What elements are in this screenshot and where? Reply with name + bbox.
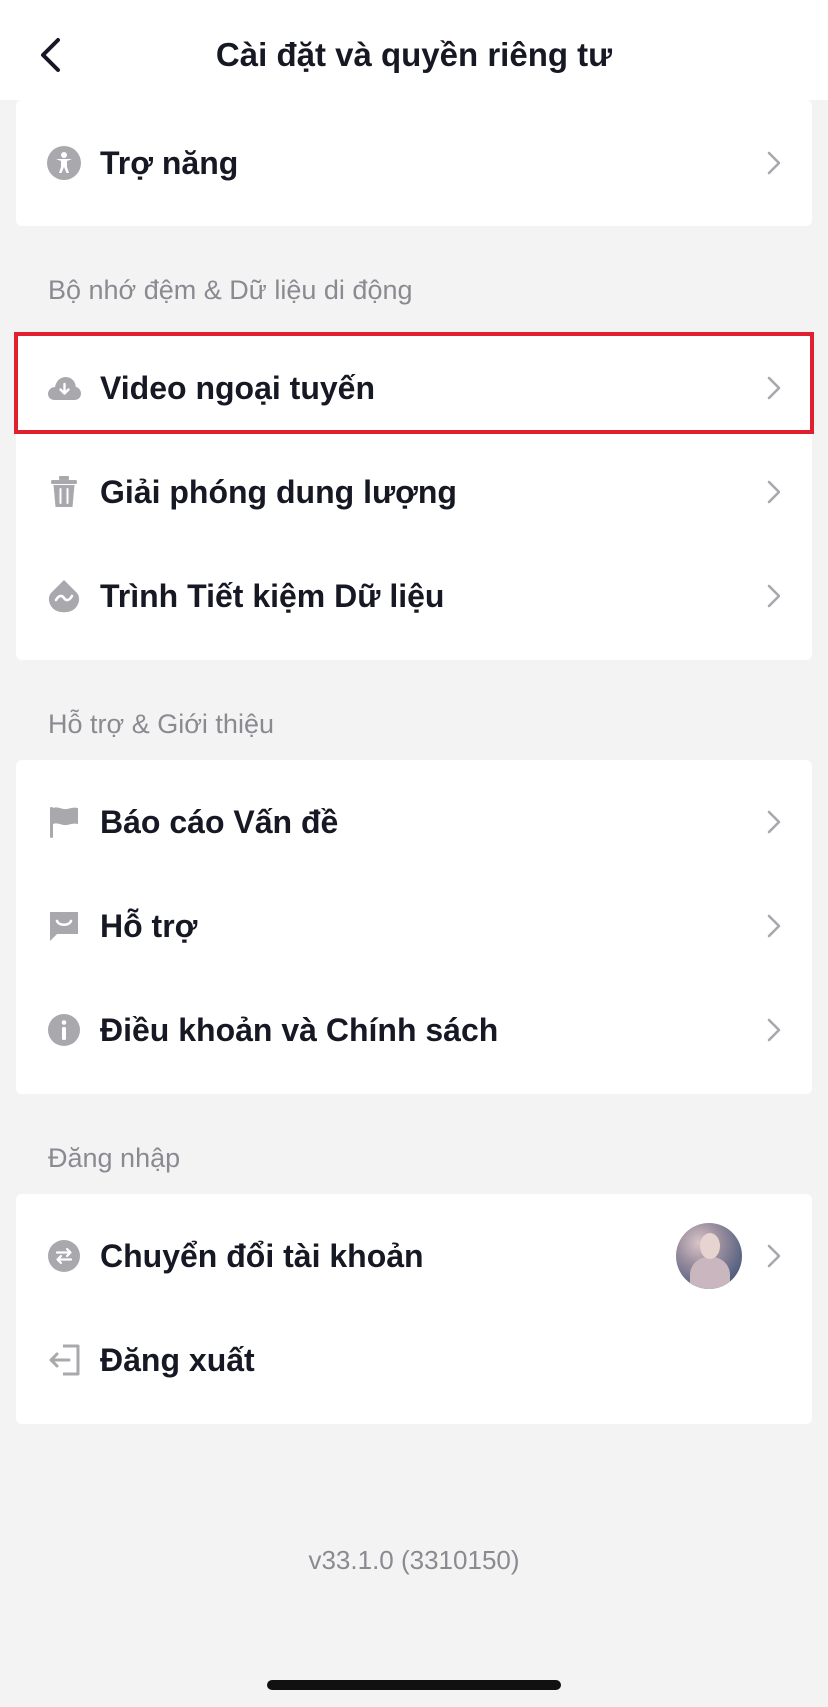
- section-title-login: Đăng nhập: [48, 1143, 181, 1173]
- settings-item-label: Giải phóng dung lượng: [100, 474, 457, 510]
- switch-account-icon: [46, 1238, 82, 1274]
- flag-icon: [46, 804, 82, 840]
- settings-item-label: Chuyển đổi tài khoản: [100, 1238, 424, 1274]
- settings-item-offline-videos[interactable]: Video ngoại tuyến: [16, 336, 812, 440]
- settings-item-label: Trợ năng: [100, 145, 239, 181]
- section-title-support: Hỗ trợ & Giới thiệu: [48, 709, 274, 739]
- trash-icon: [46, 474, 82, 510]
- settings-item-support[interactable]: Hỗ trợ: [16, 874, 812, 978]
- settings-item-accessibility[interactable]: Trợ năng: [16, 111, 812, 215]
- settings-item-label: Đăng xuất: [100, 1342, 255, 1378]
- avatar: [676, 1223, 742, 1289]
- settings-item-terms-policies[interactable]: Điều khoản và Chính sách: [16, 978, 812, 1082]
- chevron-right-icon: [760, 912, 788, 940]
- chevron-right-icon: [760, 1016, 788, 1044]
- settings-item-switch-account[interactable]: Chuyển đổi tài khoản: [16, 1204, 812, 1308]
- chevron-right-icon: [760, 808, 788, 836]
- app-version: v33.1.0 (3310150): [308, 1545, 520, 1575]
- page-title: Cài đặt và quyền riêng tư: [215, 36, 613, 73]
- settings-item-label: Video ngoại tuyến: [100, 370, 375, 406]
- cache-card: Video ngoại tuyến Giải phóng dung lượng …: [16, 336, 812, 660]
- logout-icon: [46, 1342, 82, 1378]
- settings-item-logout[interactable]: Đăng xuất: [16, 1308, 812, 1412]
- settings-item-label: Trình Tiết kiệm Dữ liệu: [100, 578, 445, 614]
- chevron-right-icon: [760, 149, 788, 177]
- chevron-right-icon: [760, 478, 788, 506]
- info-icon: [46, 1012, 82, 1048]
- settings-item-label: Điều khoản và Chính sách: [100, 1012, 499, 1048]
- login-card: Chuyển đổi tài khoản Đăng xuất: [16, 1194, 812, 1424]
- data-saver-icon: [46, 578, 82, 614]
- settings-item-free-up-space[interactable]: Giải phóng dung lượng: [16, 440, 812, 544]
- chat-icon: [46, 908, 82, 944]
- chevron-right-icon: [760, 374, 788, 402]
- chevron-right-icon: [760, 1242, 788, 1270]
- cloud-download-icon: [46, 370, 82, 406]
- home-indicator[interactable]: [267, 1680, 561, 1690]
- chevron-right-icon: [760, 582, 788, 610]
- header-bar: Cài đặt và quyền riêng tư: [0, 0, 828, 100]
- accessibility-icon: [46, 145, 82, 181]
- section-title-cache: Bộ nhớ đệm & Dữ liệu di động: [48, 275, 413, 305]
- accessibility-card: Trợ năng: [16, 100, 812, 226]
- settings-item-label: Báo cáo Vấn đề: [100, 804, 339, 840]
- settings-item-data-saver[interactable]: Trình Tiết kiệm Dữ liệu: [16, 544, 812, 648]
- settings-item-label: Hỗ trợ: [100, 908, 198, 944]
- settings-item-report-problem[interactable]: Báo cáo Vấn đề: [16, 770, 812, 874]
- support-card: Báo cáo Vấn đề Hỗ trợ Điều khoản và Chín…: [16, 760, 812, 1094]
